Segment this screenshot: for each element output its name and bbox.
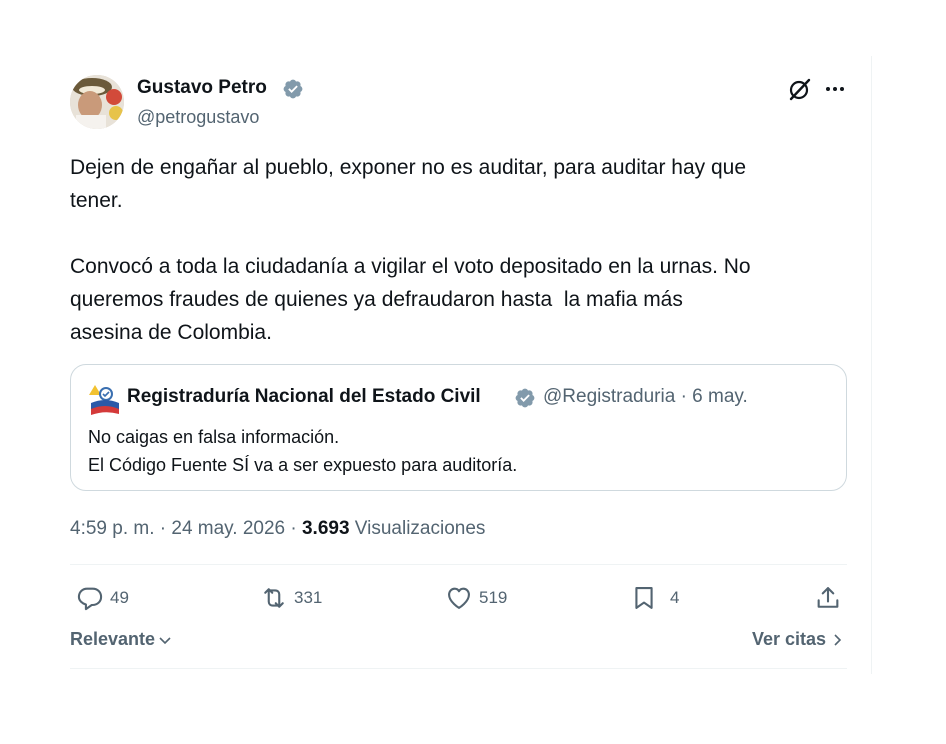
retweet-icon [264,588,284,608]
heart-icon [448,587,470,609]
like-button[interactable]: 519 [445,582,507,614]
share-button[interactable] [814,582,842,614]
column-border [871,56,872,674]
view-quotes-link[interactable]: Ver citas [752,629,844,650]
author-avatar[interactable] [70,75,124,129]
retweet-button[interactable]: 331 [260,582,322,614]
verified-badge-icon[interactable] [282,78,304,100]
like-count: 519 [479,588,508,607]
divider-bottom [70,668,847,669]
tweet-text: Dejen de engañar al pueblo, exponer no e… [70,156,751,344]
retweet-count: 331 [294,588,323,607]
reply-icon [77,587,103,611]
quoted-tweet-text: No caigas en falsa información. El Códig… [88,427,518,475]
bookmark-count: 4 [670,588,680,607]
avatar-photo [70,75,124,129]
bookmark-icon [635,587,653,609]
quoted-handle-date: @Registraduria · 6 may. [543,386,748,407]
quoted-author-name: Registraduría Nacional del Estado Civil [127,386,481,407]
views-label: Visualizaciones [349,518,486,539]
view-quotes-label: Ver citas [752,629,827,649]
sort-dropdown[interactable]: Relevante [70,629,173,650]
divider-top [70,564,847,565]
author-handle[interactable]: @petrogustavo [137,105,259,129]
quoted-tweet[interactable]: Registraduría Nacional del Estado Civil … [70,364,847,491]
registraduria-logo-icon [87,381,123,417]
bookmark-button[interactable]: 4 [630,582,679,614]
tweet-timestamp[interactable]: 4:59 p. m. · 24 may. 2026 · [70,518,302,539]
grok-icon[interactable] [787,76,813,102]
more-options-icon[interactable] [822,76,848,102]
sort-label: Relevante [70,629,156,649]
quoted-verified-badge-icon [515,388,535,408]
reply-button[interactable]: 49 [76,582,129,614]
share-icon [817,587,839,608]
reply-count: 49 [110,588,129,607]
author-name[interactable]: Gustavo Petro [137,76,267,100]
views-count: 3.693 [301,518,350,539]
chevron-right-icon [834,633,842,646]
chevron-down-icon [159,636,171,644]
tweet-meta: 4:59 p. m. · 24 may. 2026 · 3.693 Visual… [70,516,485,542]
